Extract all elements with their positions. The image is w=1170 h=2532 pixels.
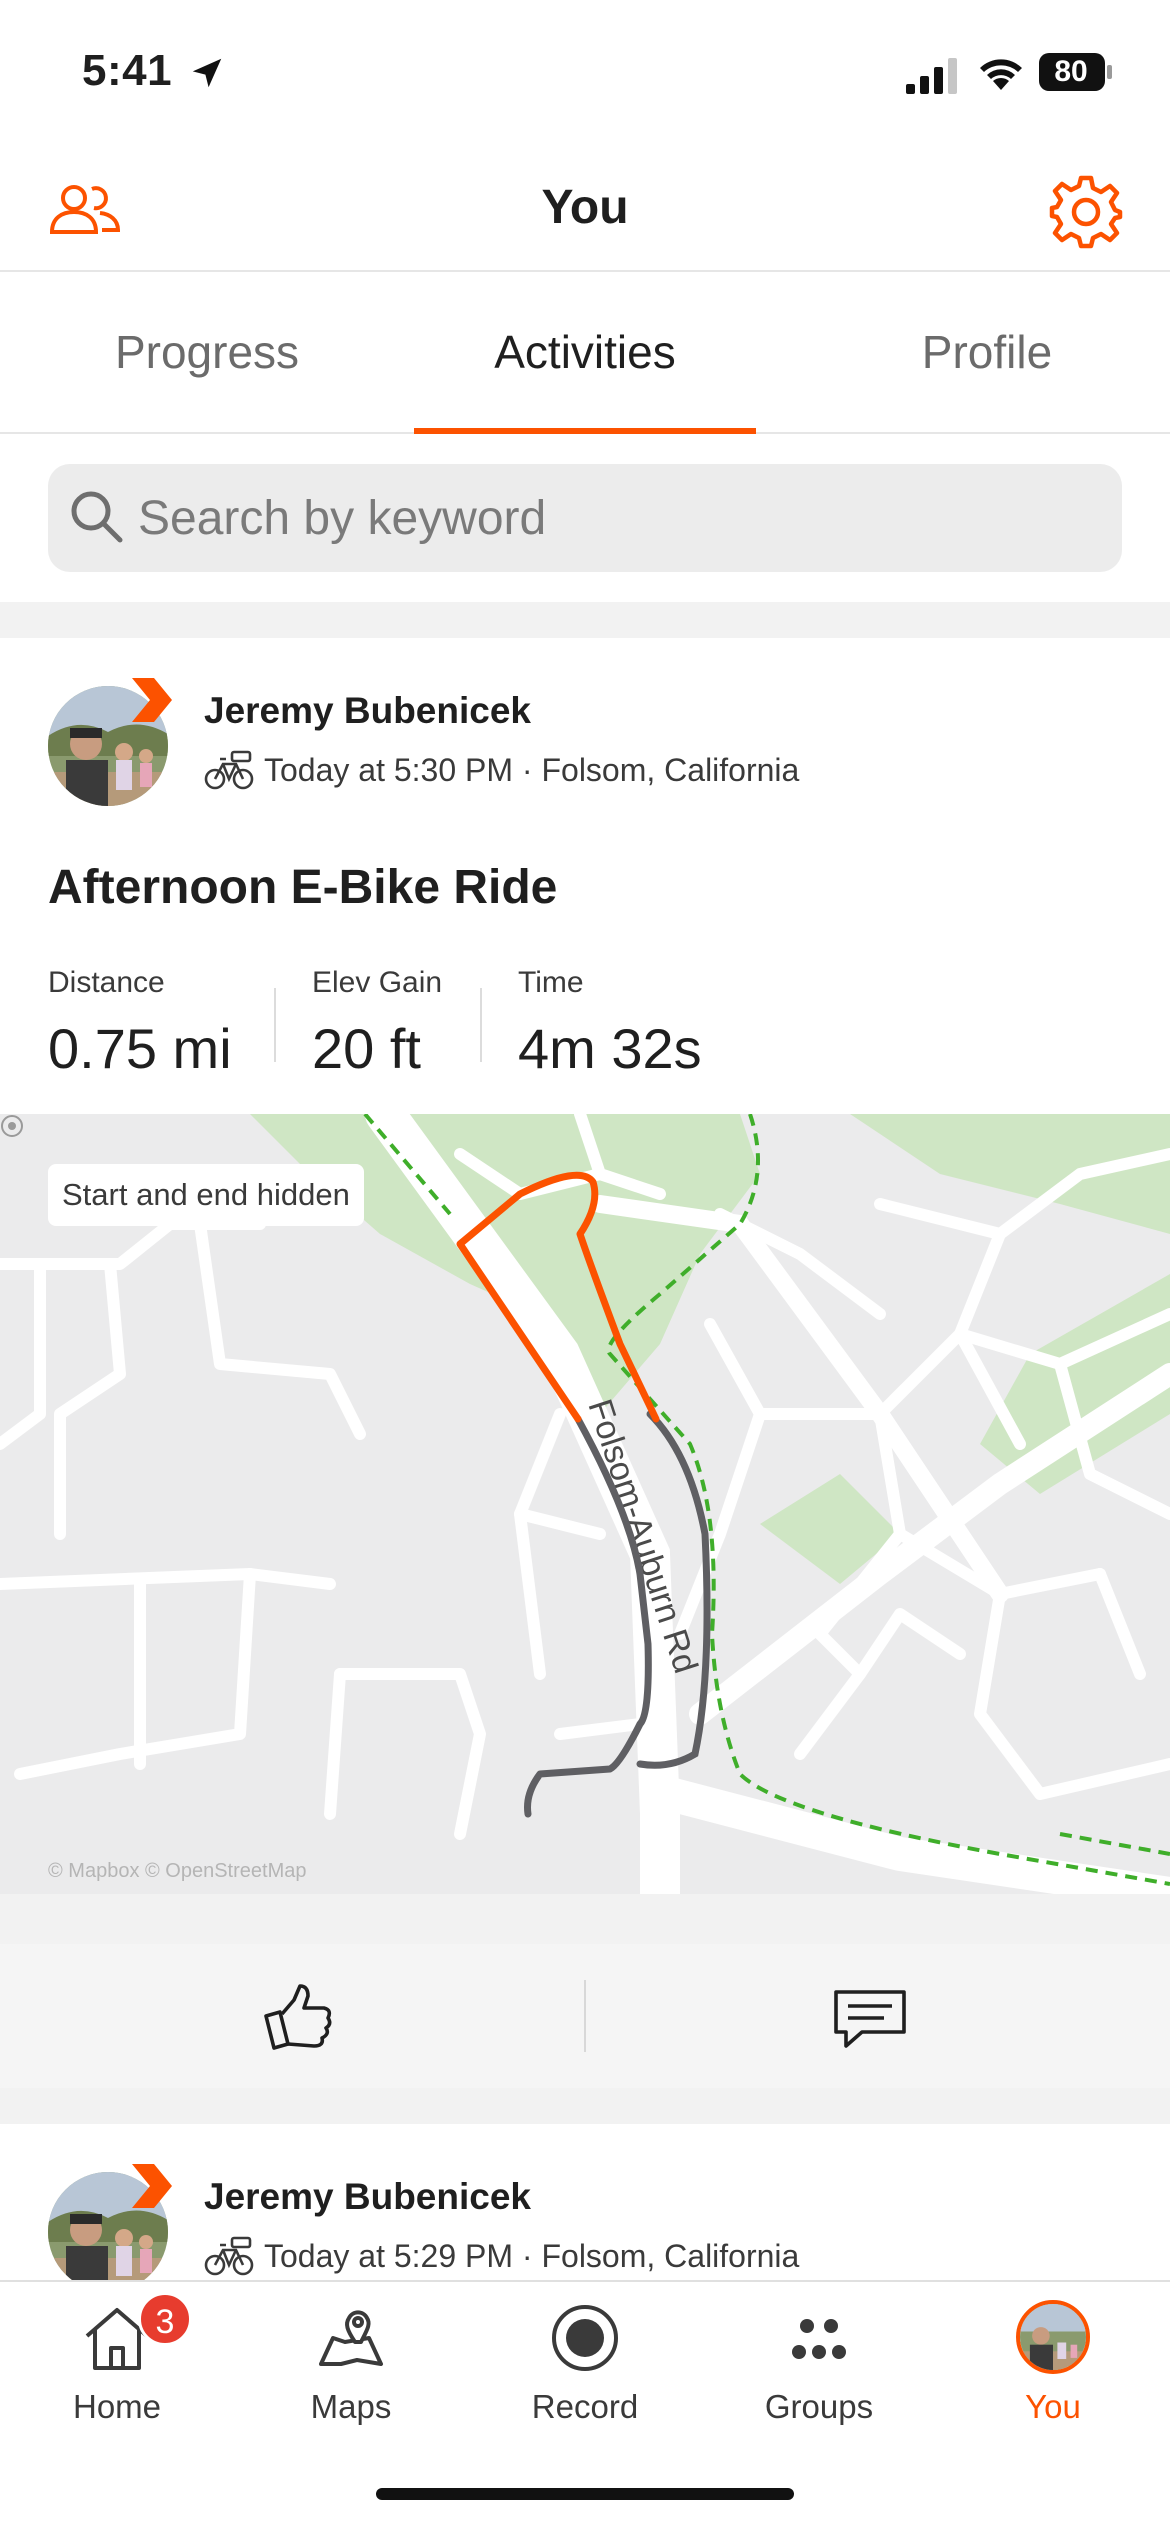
search-icon (71, 491, 123, 543)
tab-profile[interactable]: Profile (792, 272, 1170, 432)
ebike-icon (204, 2236, 254, 2276)
activity-meta: Today at 5:29 PM · Folsom, California (264, 2238, 800, 2274)
activity-title[interactable]: Afternoon E-Bike Ride (48, 860, 557, 915)
cellular-signal-icon (906, 58, 957, 94)
wifi-icon (980, 59, 1022, 90)
action-divider (584, 1980, 586, 2052)
search-input[interactable] (138, 464, 1088, 572)
home-indicator (376, 2488, 794, 2500)
tab-activities[interactable]: Activities (390, 272, 780, 432)
thumbs-up-icon[interactable] (262, 1982, 334, 2052)
tab-bar-you[interactable]: You (936, 2282, 1170, 2442)
tab-bar-label: You (1025, 2388, 1081, 2425)
tab-bar-label: Record (531, 2388, 639, 2425)
gear-icon[interactable] (1046, 172, 1126, 252)
stat-divider (480, 988, 482, 1062)
activity-map[interactable]: Folsom-Auburn Rd Start and end hidden © … (0, 1114, 1170, 1894)
athlete-name[interactable]: Jeremy Bubenicek (204, 2176, 531, 2218)
search-section (0, 434, 1170, 602)
status-time: 5:41 (82, 46, 173, 95)
maps-icon (319, 2310, 383, 2366)
tab-bar-label: Home (72, 2388, 162, 2425)
athlete-name[interactable]: Jeremy Bubenicek (204, 690, 531, 732)
stat-distance-label: Distance (48, 966, 165, 999)
comment-icon[interactable] (832, 1988, 908, 2050)
tab-bar-label: Groups (764, 2388, 874, 2425)
status-bar: 5:41 80 (0, 0, 1170, 150)
record-icon (552, 2305, 618, 2371)
notification-badge: 3 (138, 2292, 192, 2346)
feed-separator (0, 602, 1170, 638)
stat-time-value: 4m 32s (518, 1017, 702, 1080)
privacy-label: Start and end hidden (48, 1164, 364, 1226)
subscriber-badge-icon (132, 2164, 172, 2208)
stat-elev-value: 20 ft (312, 1017, 421, 1080)
location-arrow-icon (192, 58, 222, 88)
ebike-icon (204, 750, 254, 790)
stat-distance-value: 0.75 mi (48, 1017, 232, 1080)
tab-bar-home[interactable]: 3 Home (0, 2282, 234, 2442)
groups-icon (792, 2319, 846, 2359)
battery-level: 80 (1054, 55, 1088, 88)
tab-bar-label: Maps (310, 2388, 392, 2425)
map-attribution[interactable]: © Mapbox © OpenStreetMap (48, 1860, 307, 1883)
tab-bar-maps[interactable]: Maps (234, 2282, 468, 2442)
avatar (1016, 2300, 1090, 2374)
card-gap (0, 1894, 1170, 1944)
stat-divider (274, 988, 276, 1062)
page-title: You (541, 181, 629, 234)
stat-time-label: Time (518, 966, 584, 999)
feed-separator (0, 2088, 1170, 2124)
stat-elev-label: Elev Gain (312, 966, 443, 999)
activity-actions (0, 1944, 1170, 2088)
activity-card[interactable]: Jeremy Bubenicek Today at 5:29 PM · Fols… (0, 2124, 1170, 2280)
tab-bar-record[interactable]: Record (468, 2282, 702, 2442)
tabs: Progress Activities Profile (0, 272, 1170, 434)
activity-meta: Today at 5:30 PM · Folsom, California (264, 752, 800, 788)
tab-progress[interactable]: Progress (12, 272, 402, 432)
top-nav: You (0, 150, 1170, 272)
tab-bar-groups[interactable]: Groups (702, 2282, 936, 2442)
mapbox-logo-icon (1, 1115, 23, 1137)
subscriber-badge-icon (132, 678, 172, 722)
